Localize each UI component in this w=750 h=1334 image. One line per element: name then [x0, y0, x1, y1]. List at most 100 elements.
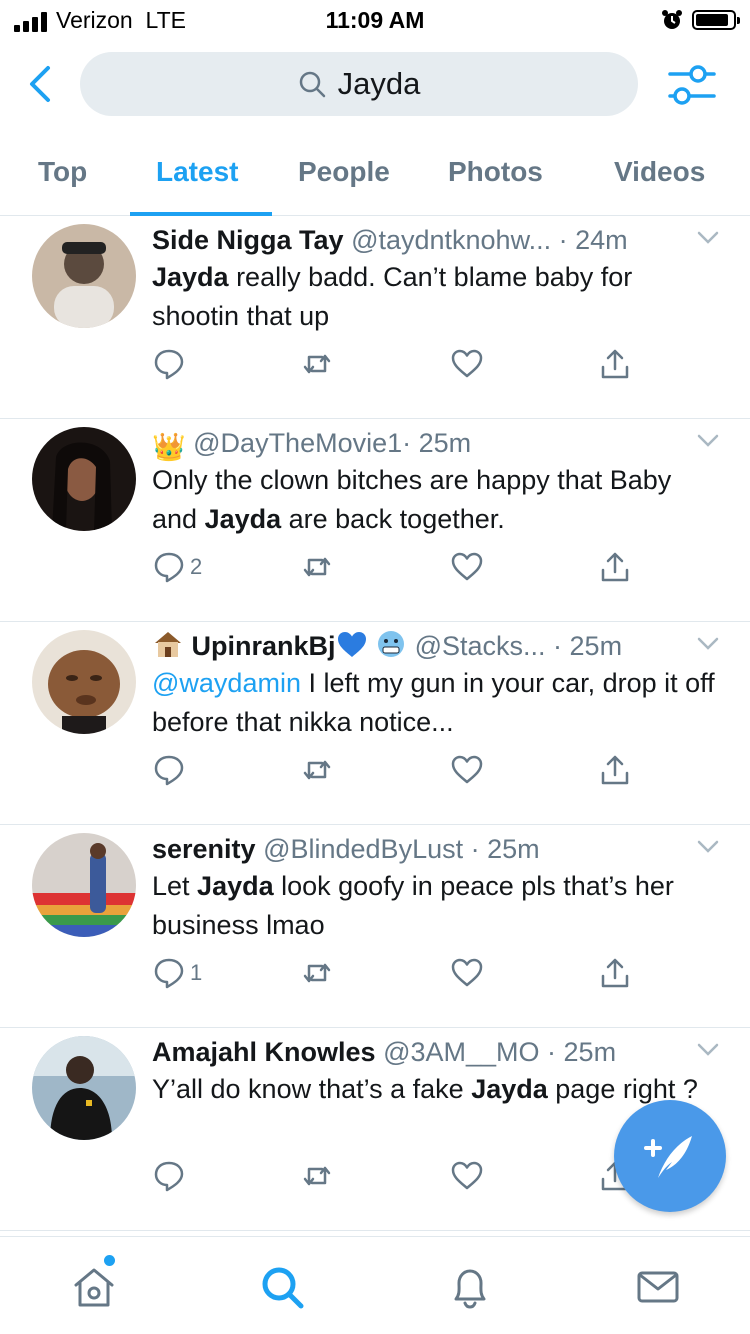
share-button[interactable]: [598, 953, 632, 993]
like-button[interactable]: [450, 344, 484, 384]
display-name[interactable]: Amajahl Knowles: [152, 1037, 376, 1067]
retweet-icon: [303, 963, 331, 983]
like-icon: [451, 349, 483, 378]
share-icon: [601, 958, 629, 988]
compose-tweet-button[interactable]: [614, 1100, 726, 1212]
search-icon: [299, 71, 325, 98]
tab-search[interactable]: [258, 1263, 306, 1311]
blue-heart-emoji: [337, 632, 366, 657]
chevron-down-icon[interactable]: [696, 228, 720, 248]
share-button[interactable]: [598, 750, 632, 790]
tab-home[interactable]: [70, 1263, 118, 1311]
like-icon: [451, 552, 483, 581]
tab-photos[interactable]: Photos: [448, 156, 543, 188]
house-emoji: [155, 632, 181, 657]
share-button[interactable]: [598, 344, 632, 384]
reply-button[interactable]: 2: [152, 547, 202, 587]
search-tabs: Top Latest People Photos Videos: [0, 140, 750, 216]
tab-latest[interactable]: Latest: [156, 156, 238, 188]
like-button[interactable]: [450, 750, 484, 790]
retweet-button[interactable]: [300, 1156, 334, 1196]
retweet-button[interactable]: [300, 750, 334, 790]
share-button[interactable]: [598, 547, 632, 587]
avatar[interactable]: [32, 224, 136, 328]
reply-button[interactable]: 1: [152, 953, 202, 993]
handle[interactable]: @Stacks...: [415, 631, 546, 661]
clock: 11:09 AM: [325, 7, 425, 33]
tab-people[interactable]: People: [298, 156, 390, 188]
tweet[interactable]: Side Nigga Tay @taydntknohw... · 24m Jay…: [0, 216, 750, 419]
avatar[interactable]: [32, 833, 136, 937]
notifications-bell-icon: [454, 1269, 486, 1309]
like-icon: [451, 755, 483, 784]
status-bar: Verizon LTE 11:09 AM: [0, 0, 750, 40]
crown-emoji[interactable]: 👑: [152, 427, 186, 463]
reply-icon: [154, 552, 184, 583]
avatar[interactable]: [32, 1036, 136, 1140]
retweet-icon: [303, 557, 331, 577]
battery-icon: [692, 10, 740, 30]
tweet[interactable]: serenity @BlindedByLust · 25m Let Jayda …: [0, 825, 750, 1028]
like-button[interactable]: [450, 547, 484, 587]
chevron-down-icon[interactable]: [696, 634, 720, 654]
retweet-button[interactable]: [300, 547, 334, 587]
tweet-text: Y’all do know that’s a fake Jayda page r…: [152, 1074, 698, 1104]
tweet-header: Amajahl Knowles @3AM__MO · 25m: [152, 1032, 692, 1072]
battery-level: [696, 14, 729, 26]
tweet-text: Let Jayda look goofy in peace pls that’s…: [152, 871, 674, 940]
tweet-header: Side Nigga Tay @taydntknohw... · 24m: [152, 220, 692, 260]
tweet-header: UpinrankBj @Stacks... · 25m: [152, 626, 692, 666]
tab-messages[interactable]: [634, 1263, 682, 1311]
reply-button[interactable]: [152, 750, 190, 790]
like-icon: [451, 1161, 483, 1190]
tweet-feed: Side Nigga Tay @taydntknohw... · 24m Jay…: [0, 216, 750, 1231]
tab-notifications[interactable]: [446, 1263, 494, 1311]
mention-link[interactable]: @waydamin: [152, 668, 301, 698]
reply-icon: [154, 349, 184, 380]
avatar[interactable]: [32, 630, 136, 734]
reply-count: 2: [190, 554, 203, 579]
avatar[interactable]: [32, 427, 136, 531]
handle[interactable]: @BlindedByLust: [263, 834, 463, 864]
chevron-down-icon[interactable]: [696, 837, 720, 857]
reply-button[interactable]: [152, 344, 190, 384]
filter-sliders-icon[interactable]: [664, 62, 720, 108]
handle[interactable]: @taydntknohw...: [351, 225, 551, 255]
search-input[interactable]: Jayda: [80, 52, 638, 116]
tweet[interactable]: 👑 @DayTheMovie1· 25m Only the clown bitc…: [0, 419, 750, 622]
search-icon: [262, 1267, 304, 1309]
bottom-tab-bar: [0, 1236, 750, 1334]
chevron-down-icon[interactable]: [696, 431, 720, 451]
handle[interactable]: @3AM__MO: [383, 1037, 539, 1067]
retweet-button[interactable]: [300, 953, 334, 993]
like-button[interactable]: [450, 1156, 484, 1196]
handle[interactable]: @DayTheMovie1: [193, 428, 402, 458]
alarm-icon: [662, 10, 682, 29]
timestamp: · 25m: [402, 428, 472, 458]
chevron-down-icon[interactable]: [696, 1040, 720, 1060]
reply-icon: [154, 755, 184, 786]
reply-button[interactable]: [152, 1156, 190, 1196]
search-query: Jayda: [337, 66, 421, 101]
tab-videos[interactable]: Videos: [614, 156, 705, 188]
like-button[interactable]: [450, 953, 484, 993]
timestamp: · 25m: [547, 1037, 617, 1067]
tweet-text: Only the clown bitches are happy that Ba…: [152, 465, 672, 534]
retweet-button[interactable]: [300, 344, 334, 384]
reply-icon: [154, 958, 184, 989]
back-chevron-icon[interactable]: [22, 64, 58, 104]
timestamp: · 25m: [470, 834, 540, 864]
tweet-actions: 1: [0, 953, 750, 997]
new-content-dot: [104, 1255, 115, 1266]
display-name[interactable]: serenity: [152, 834, 256, 864]
tweet[interactable]: UpinrankBj @Stacks... · 25m @waydamin I …: [0, 622, 750, 825]
tweet-header: 👑 @DayTheMovie1· 25m: [152, 423, 692, 463]
display-name[interactable]: Side Nigga Tay: [152, 225, 344, 255]
cold-face-emoji: [378, 631, 405, 657]
tweet-actions: [0, 750, 750, 794]
tab-top[interactable]: Top: [38, 156, 87, 188]
display-name[interactable]: UpinrankBj: [192, 631, 336, 661]
tweet-header: serenity @BlindedByLust · 25m: [152, 829, 692, 869]
timestamp: · 25m: [553, 631, 623, 661]
like-icon: [451, 958, 483, 987]
